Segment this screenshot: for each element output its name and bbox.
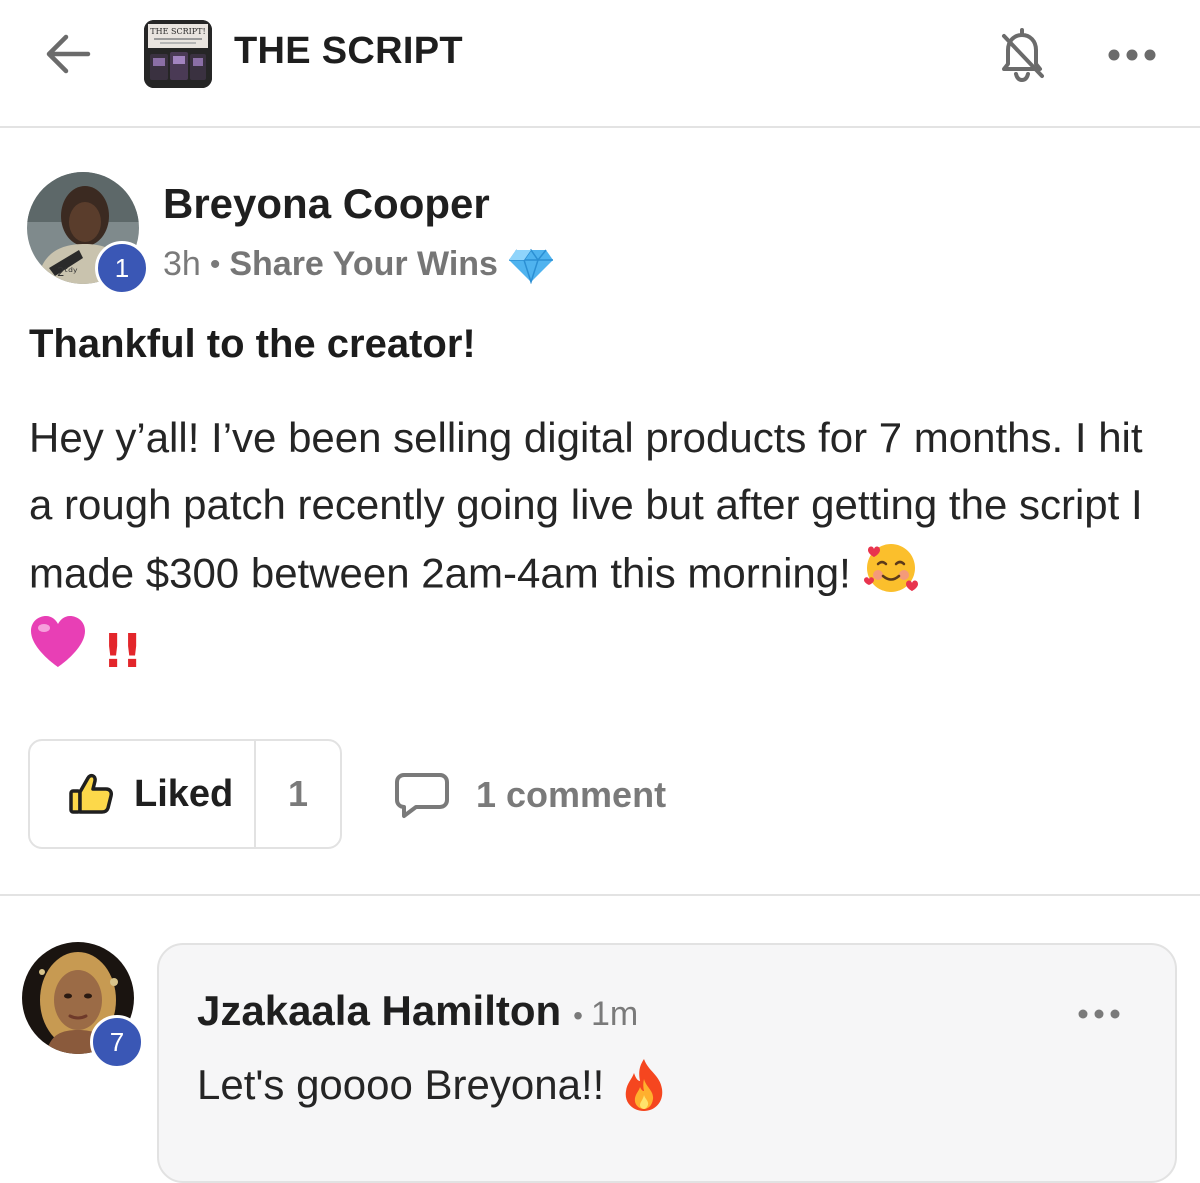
- level-badge: 1: [95, 241, 149, 295]
- more-options-button[interactable]: [1104, 38, 1160, 72]
- post-body: Hey y’all! I’ve been selling digital pro…: [29, 404, 1169, 688]
- comment-count: 1 comment: [476, 774, 667, 815]
- group-logo[interactable]: THE SCRIPT!: [144, 20, 212, 88]
- post-title: Thankful to the creator!: [29, 322, 476, 366]
- divider: [0, 894, 1200, 896]
- comment-body: Let's goooo Breyona!!: [197, 1061, 605, 1108]
- post-time: 3h: [163, 245, 201, 283]
- comment-bubble-icon: [395, 773, 449, 818]
- author-name[interactable]: Breyona Cooper: [163, 180, 490, 228]
- author-avatar-container[interactable]: 2ᵗᵈʸ 1: [27, 172, 149, 295]
- comment-author-name[interactable]: Jzakaala Hamilton: [197, 987, 561, 1035]
- post-category[interactable]: Share Your Wins: [229, 245, 498, 284]
- logo-text: THE SCRIPT!: [150, 27, 205, 36]
- fire-icon: [626, 1059, 663, 1111]
- like-count[interactable]: 1: [256, 741, 340, 847]
- bell-off-icon: [1002, 28, 1044, 83]
- top-bar: THE SCRIPT! THE SCRIPT: [0, 0, 1200, 128]
- comment-more-button[interactable]: [1075, 1001, 1123, 1027]
- like-label: Liked: [134, 772, 234, 815]
- double-exclamation-icon: !!: [102, 624, 143, 679]
- like-button[interactable]: Liked: [30, 741, 256, 847]
- pink-heart-icon: [29, 615, 87, 688]
- notifications-button[interactable]: [994, 24, 1050, 84]
- back-button[interactable]: [38, 28, 98, 80]
- arrow-left-icon: [46, 34, 91, 74]
- level-badge: 7: [90, 1015, 144, 1069]
- svg-text:2ᵗᵈʸ: 2ᵗᵈʸ: [57, 265, 78, 279]
- comment-text: Let's goooo Breyona!!: [197, 1057, 668, 1113]
- post-body-text: Hey y’all! I’ve been selling digital pro…: [29, 414, 1143, 597]
- comment-time: 1m: [590, 995, 639, 1033]
- group-title: THE SCRIPT: [234, 30, 463, 72]
- like-control: Liked 1: [28, 739, 342, 849]
- comment-card: Jzakaala Hamilton • 1m Let's goooo Breyon…: [157, 943, 1177, 1183]
- post-meta: 3h • Share Your Wins: [163, 245, 554, 284]
- more-horizontal-icon: [1108, 49, 1156, 61]
- smiling-face-with-hearts-icon: [862, 538, 920, 615]
- gem-icon: [508, 248, 553, 284]
- commenter-avatar-container[interactable]: 7: [22, 942, 146, 1069]
- comment-separator: •: [573, 1000, 583, 1031]
- meta-separator: •: [209, 247, 221, 281]
- thumbs-up-icon: [69, 773, 113, 814]
- comments-button[interactable]: 1 comment: [394, 770, 666, 820]
- comment-author-line: Jzakaala Hamilton • 1m: [197, 987, 638, 1035]
- more-horizontal-icon: [1078, 1009, 1120, 1019]
- comment-meta: • 1m: [573, 995, 638, 1034]
